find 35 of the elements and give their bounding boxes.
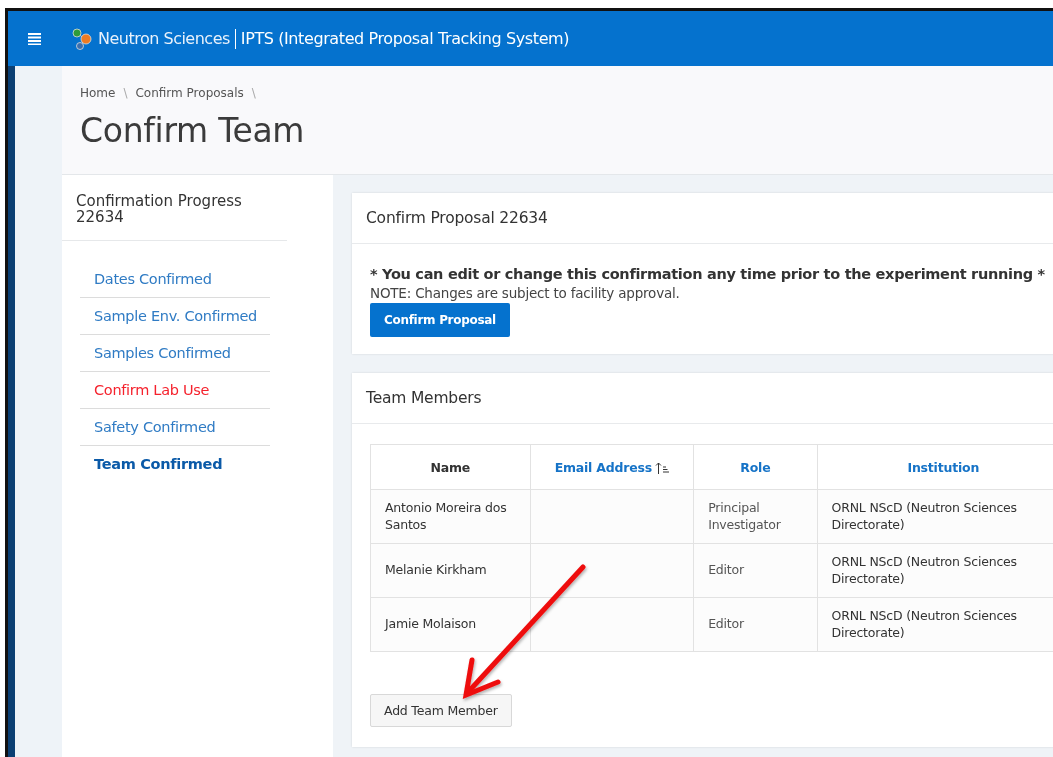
breadcrumb-link[interactable]: Confirm Proposals	[135, 86, 244, 100]
card-title: Team Members	[366, 389, 483, 407]
table-cell: ORNL NScD (Neutron Sciences Directorate)	[817, 597, 1053, 652]
table-cell: Editor	[693, 597, 818, 652]
confirmation-notice: * You can edit or change this confirmation any time prior to the experiment running *	[370, 266, 1046, 282]
table-cell: Jamie Molaison	[370, 597, 531, 652]
progress-link[interactable]: Confirm Lab Use	[80, 371, 270, 408]
column-header[interactable]: Role	[693, 444, 818, 490]
progress-link[interactable]: Team Confirmed	[80, 445, 270, 482]
app-title: IPTS (Integrated Proposal Tracking System)	[240, 29, 570, 48]
table-cell: ORNL NScD (Neutron Sciences Directorate)	[817, 489, 1053, 544]
confirm-proposal-button[interactable]: Confirm Proposal	[370, 303, 510, 337]
progress-link[interactable]: Samples Confirmed	[80, 334, 270, 371]
table-cell: Principal Investigator	[693, 489, 818, 544]
table-cell: Melanie Kirkham	[370, 543, 531, 598]
table-cell: ORNL NScD (Neutron Sciences Directorate)	[817, 543, 1053, 598]
sidebar-title: Confirmation Progress 22634	[62, 175, 287, 241]
column-header[interactable]: Institution	[817, 444, 1053, 490]
progress-link[interactable]: Sample Env. Confirmed	[80, 297, 270, 334]
card-title: Confirm Proposal 22634	[366, 209, 549, 227]
add-team-member-button[interactable]: Add Team Member	[370, 694, 512, 727]
menu-icon[interactable]	[28, 31, 44, 46]
column-header[interactable]: Email Address	[530, 444, 694, 490]
logo-icon	[72, 27, 94, 50]
table-cell: Antonio Moreira dos Santos	[370, 489, 531, 544]
approval-note: NOTE: Changes are subject to facility approval.	[370, 285, 681, 301]
breadcrumb-link[interactable]: Home	[80, 86, 116, 100]
breadcrumb-separator: \	[251, 86, 256, 100]
breadcrumb-separator: \	[123, 86, 128, 100]
brand-name: Neutron Sciences	[98, 29, 230, 48]
table-cell: Editor	[693, 543, 818, 598]
progress-link[interactable]: Safety Confirmed	[80, 408, 270, 445]
page-title: Confirm Team	[80, 111, 306, 150]
progress-link[interactable]: Dates Confirmed	[80, 260, 270, 297]
column-header: Name	[370, 444, 531, 490]
